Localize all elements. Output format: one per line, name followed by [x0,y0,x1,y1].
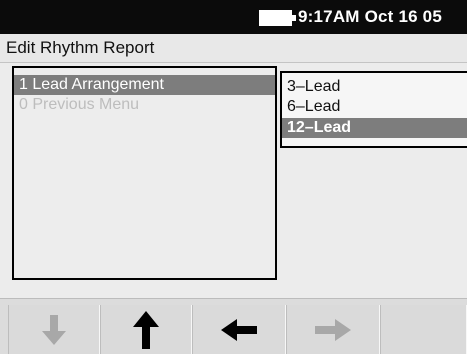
softkey-blank[interactable] [380,305,467,354]
option-6-lead[interactable]: 6–Lead [282,97,467,117]
arrow-down-icon [42,315,66,345]
softkey-right[interactable] [286,305,380,354]
battery-icon [259,10,296,26]
battery-cell [259,10,292,26]
menu-panel: 1 Lead Arrangement 0 Previous Menu [12,66,277,280]
status-bar: 9:17AM Oct 16 05 [0,0,467,34]
arrow-up-icon [133,311,159,349]
lead-options-panel: 3–Lead 6–Lead 12–Lead [280,71,467,148]
softkey-bar [0,298,467,354]
option-12-lead[interactable]: 12–Lead [282,118,467,138]
arrow-left-icon [221,319,257,341]
title-bar: Edit Rhythm Report [0,34,467,63]
monitor-screen: 9:17AM Oct 16 05 Edit Rhythm Report 1 Le… [0,0,467,354]
arrow-right-icon [315,319,351,341]
screen-title: Edit Rhythm Report [6,38,155,57]
menu-item-previous-menu[interactable]: 0 Previous Menu [14,95,275,115]
softkey-left[interactable] [192,305,286,354]
clock-date-text: 9:17AM Oct 16 05 [298,7,442,26]
softkey-down[interactable] [8,305,100,354]
menu-item-lead-arrangement[interactable]: 1 Lead Arrangement [14,75,275,95]
option-3-lead[interactable]: 3–Lead [282,77,467,97]
battery-tip [292,15,296,21]
softkey-up[interactable] [100,305,192,354]
